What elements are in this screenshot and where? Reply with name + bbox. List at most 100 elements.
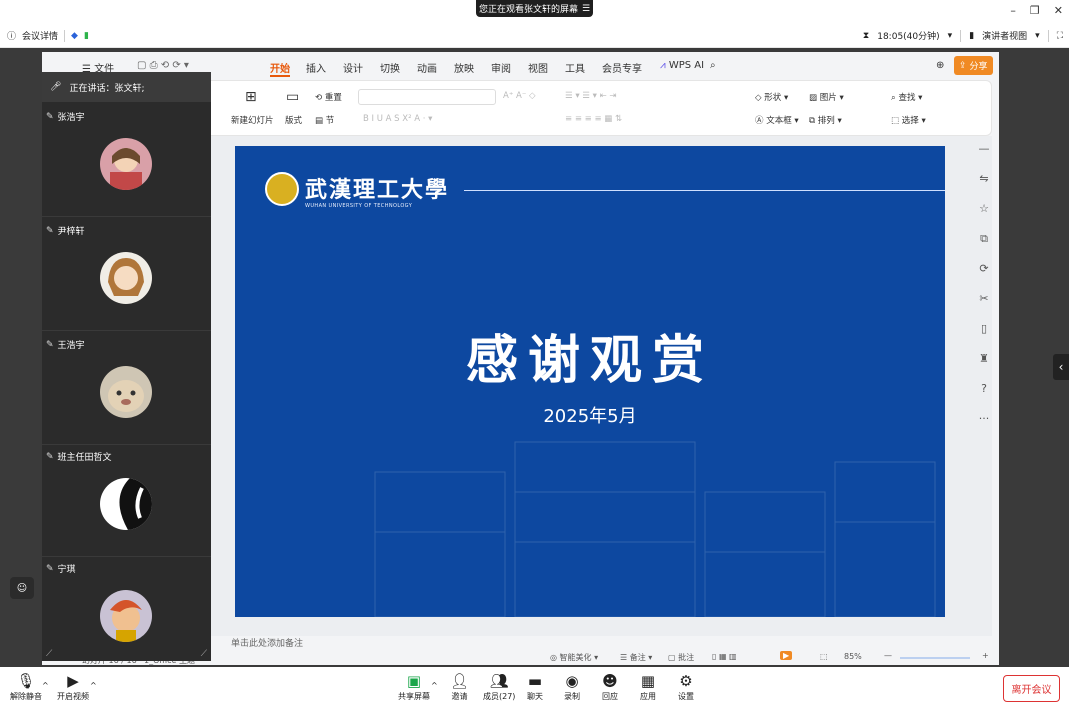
tab-home[interactable]: 开始 [270, 60, 290, 77]
participant-tile[interactable]: ✎ 宁琪 [42, 556, 211, 669]
participant-tile[interactable]: ✎ 张浩宇 [42, 104, 211, 217]
participant-tile[interactable]: ✎ 王浩宇 [42, 332, 211, 445]
property-icon[interactable]: ⇋ [972, 172, 996, 202]
record-button[interactable]: ◉ 录制 [564, 671, 580, 702]
restore-icon[interactable]: ❐ [1030, 4, 1040, 17]
share-screen-button[interactable]: ▣ 共享屏幕 [398, 671, 430, 702]
select-button[interactable]: ⬚ 选择 ▾ [891, 114, 926, 126]
zoom-in-icon[interactable]: + [982, 651, 989, 660]
signal-icon[interactable]: ▮ [84, 31, 89, 41]
play-icon[interactable]: ▶ [780, 651, 793, 660]
chevron-up-icon[interactable]: ^ [90, 681, 97, 690]
more-icon[interactable]: ··· [972, 412, 996, 442]
invite-button[interactable]: 👤︎ 邀请 [450, 671, 469, 702]
transform-icon[interactable]: ⟳ [972, 262, 996, 292]
tab-wps-ai[interactable]: ⩘ WPS AI [660, 60, 704, 71]
arrange-button[interactable]: ⧉ 排列 ▾ [809, 114, 842, 126]
resize-handle-icon[interactable]: ⟋ [46, 649, 52, 659]
mic-muted-icon: ✎ [46, 225, 54, 236]
text-format-tools[interactable]: B I U A S X² A · ▾ [363, 114, 432, 124]
video-button[interactable]: ▶︎ 开启视频 [57, 671, 89, 702]
minimize-icon[interactable]: – [1010, 4, 1016, 17]
chat-icon: ▬ [527, 672, 543, 690]
resize-handle-icon[interactable]: ⟋ [201, 649, 207, 659]
collapse-icon[interactable]: — [972, 142, 996, 172]
list-tools[interactable]: ☰ ▾ ☰ ▾ ⇤ ⇥ [565, 91, 617, 101]
picture-button[interactable]: ▨ 图片 ▾ [809, 91, 844, 103]
chevron-down-icon[interactable]: ▾ [948, 31, 953, 41]
settings-button[interactable]: ⚙ 设置 [678, 671, 694, 702]
star-icon[interactable]: ☆ [972, 202, 996, 232]
leave-meeting-button[interactable]: 离开会议 [1003, 675, 1060, 702]
font-family-select[interactable] [358, 89, 496, 105]
tab-tools[interactable]: 工具 [565, 60, 585, 75]
tab-slideshow[interactable]: 放映 [454, 60, 474, 75]
anime-avatar-icon [110, 148, 142, 190]
zoom-level[interactable]: 85% [844, 652, 862, 661]
tab-review[interactable]: 审阅 [491, 60, 511, 75]
share-button[interactable]: ⇪ 分享 [954, 56, 993, 75]
tab-animation[interactable]: 动画 [417, 60, 437, 75]
view-mode-label[interactable]: 演讲者视图 [982, 29, 1027, 42]
cloud-icon[interactable]: ⊕ [936, 60, 944, 71]
unmute-button[interactable]: 🎙︎ 解除静音 [10, 671, 42, 702]
chevron-down-icon[interactable]: ▾ [1035, 31, 1040, 41]
section-button[interactable]: ▤ 节 [315, 114, 334, 126]
close-icon[interactable]: ✕ [1054, 4, 1063, 17]
search-icon[interactable]: ⌕ [710, 60, 716, 71]
fullscreen-icon[interactable]: ⛶ [1057, 31, 1063, 41]
new-slide-icon[interactable]: ⊞ [245, 89, 257, 105]
align-tools[interactable]: ≡ ≡ ≡ ≡ ▦ ⇅ [565, 114, 622, 124]
emoji-reaction-icon[interactable]: ☺ [10, 577, 34, 599]
chevron-up-icon[interactable]: ^ [42, 681, 49, 690]
tab-member[interactable]: 会员专享 [602, 60, 642, 75]
select-label: 选择 [901, 116, 919, 126]
slide-date: 2025年5月 [543, 406, 637, 427]
participant-tile[interactable]: ✎ 尹梓轩 [42, 218, 211, 331]
comments-button[interactable]: ▢ 批注 [668, 652, 694, 663]
tab-view[interactable]: 视图 [528, 60, 548, 75]
book-icon[interactable]: ▯ [972, 322, 996, 352]
fit-icon[interactable]: ⬚ [820, 652, 828, 661]
members-button[interactable]: 👥︎ 成员(27) [483, 671, 515, 702]
find-label: 查找 [898, 93, 916, 103]
reset-button[interactable]: ⟲ 重置 [315, 91, 342, 103]
textbox-button[interactable]: Ⓐ 文本框 ▾ [755, 114, 799, 126]
chat-button[interactable]: ▬ 聊天 [527, 671, 543, 702]
notes-placeholder[interactable]: 单击此处添加备注 [231, 636, 303, 649]
copy-icon[interactable]: ⧉ [972, 232, 996, 262]
shield-icon[interactable]: ◆ [71, 31, 78, 41]
zoom-out-icon[interactable]: — [884, 651, 892, 660]
find-button[interactable]: ⌕ 查找 ▾ [891, 91, 922, 103]
tab-transition[interactable]: 切换 [380, 60, 400, 75]
tab-design[interactable]: 设计 [343, 60, 363, 75]
participant-tile[interactable]: ✎ 班主任田哲文 [42, 444, 211, 557]
shape-button[interactable]: ◇ 形状 ▾ [755, 91, 788, 103]
new-slide-button[interactable]: 新建幻灯片 [231, 114, 274, 126]
reaction-button[interactable]: ☻ 回应 [602, 671, 618, 702]
view-mode-icons[interactable]: ▯ ▦ ▥ [712, 652, 737, 661]
smart-beautify-button[interactable]: ◎ 智能美化 ▾ [550, 652, 598, 663]
apps-button[interactable]: ▦ 应用 [640, 671, 656, 702]
unmute-label: 解除静音 [10, 692, 42, 701]
screen-share-banner[interactable]: 您正在观看张文轩的屏幕 ☰ [476, 0, 593, 17]
font-size-tools[interactable]: A⁺ A⁻ ◇ [503, 91, 536, 101]
notes-button[interactable]: ☰ 备注 ▾ [620, 652, 652, 663]
speaker-view-icon[interactable]: ▮ [969, 31, 974, 41]
help-icon[interactable]: ? [972, 382, 996, 412]
meeting-info-label[interactable]: 会议详情 [22, 29, 58, 42]
zoom-slider[interactable] [900, 657, 970, 659]
clothes-icon[interactable]: ♜ [972, 352, 996, 382]
chevron-up-icon[interactable]: ^ [431, 681, 438, 690]
chat-label: 聊天 [527, 692, 543, 701]
tab-insert[interactable]: 插入 [306, 60, 326, 75]
layout-button[interactable]: 版式 [285, 114, 302, 126]
menu-icon[interactable]: ☰ [582, 4, 590, 14]
quick-access-icons[interactable]: ▢ ⎙ ⟲ ⟳ ▾ [137, 60, 189, 71]
chevron-left-icon[interactable]: ‹ [1053, 354, 1069, 380]
slide[interactable]: 武漢理工大學 WUHAN UNIVERSITY OF TECHNOLOGY 感谢… [235, 146, 945, 617]
members-label: 成员(27) [483, 692, 516, 701]
layout-icon[interactable]: ▭ [286, 89, 299, 105]
info-icon[interactable]: ⓘ [7, 29, 16, 42]
tools-icon[interactable]: ✂ [972, 292, 996, 322]
